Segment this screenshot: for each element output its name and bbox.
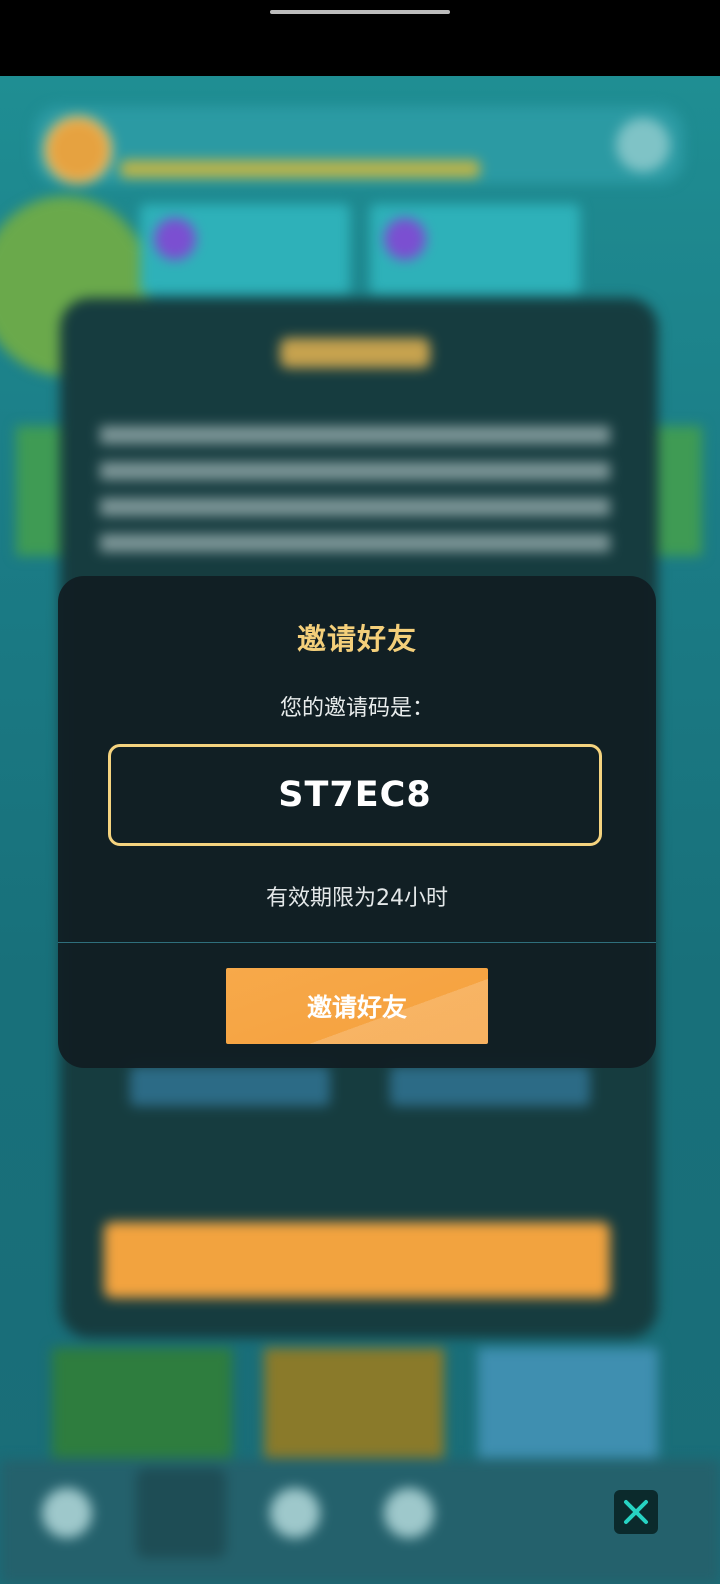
invite-code: ST7EC8 — [278, 775, 432, 815]
background-side-tab — [16, 426, 62, 556]
background-panel-title — [280, 338, 430, 368]
background-nav-icon — [384, 1488, 434, 1538]
background-button — [390, 1066, 590, 1106]
background-nav-icon — [270, 1488, 320, 1538]
invite-friend-button-label: 邀请好友 — [306, 993, 407, 1022]
background-text — [100, 426, 610, 556]
background-side-tab — [656, 426, 702, 556]
invite-code-label: 您的邀请码是： — [279, 696, 434, 721]
background-tile — [478, 1348, 658, 1458]
background-orange-button — [104, 1222, 610, 1298]
close-icon — [624, 1500, 648, 1524]
close-button[interactable] — [614, 1490, 658, 1534]
validity-text: 有效期限为24小时 — [266, 886, 448, 911]
invite-code-box[interactable]: ST7EC8 — [108, 744, 602, 846]
background-tile — [52, 1348, 232, 1458]
background-button — [130, 1066, 330, 1106]
gesture-bar — [270, 10, 450, 14]
background-progress — [120, 160, 480, 178]
invite-friend-dialog: 邀请好友 您的邀请码是： ST7EC8 有效期限为24小时 邀请好友 — [58, 576, 656, 1068]
background-nav-bar — [0, 1460, 720, 1584]
background-card — [370, 204, 580, 294]
background-tile — [264, 1348, 444, 1458]
background-card — [140, 204, 350, 294]
status-bar — [0, 0, 720, 76]
dialog-title: 邀请好友 — [296, 622, 417, 656]
invite-friend-button[interactable]: 邀请好友 — [226, 968, 488, 1044]
background-nav-selected — [136, 1468, 226, 1558]
background-settings-icon — [616, 118, 670, 172]
background-nav-icon — [42, 1488, 92, 1538]
divider — [58, 942, 656, 943]
background-avatar — [44, 116, 112, 184]
